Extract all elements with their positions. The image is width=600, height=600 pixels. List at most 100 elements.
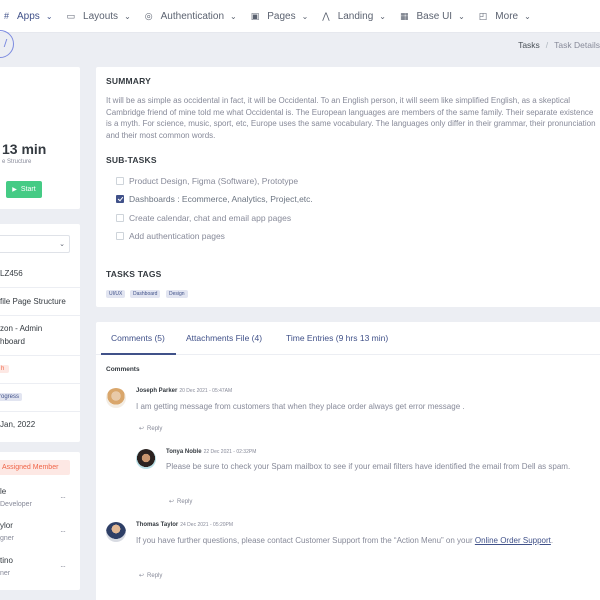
subtask-label: Dashboards : Ecommerce, Analytics, Proje… bbox=[129, 194, 313, 204]
comment-text: I am getting message from customers that… bbox=[136, 402, 465, 411]
comment-text: If you have further questions, please co… bbox=[136, 535, 576, 547]
comment-author: Tonya Noble 22 Dec 2021 - 02:32PM bbox=[166, 449, 256, 455]
due-date: Jan, 2022 bbox=[0, 420, 36, 429]
nav-label: Pages bbox=[267, 10, 296, 22]
subtask-checkbox[interactable] bbox=[116, 214, 124, 222]
tag-badge: Design bbox=[166, 290, 188, 298]
task-no: LZ456 bbox=[0, 269, 23, 278]
member-name: tino bbox=[0, 556, 13, 565]
summary-heading: SUMMARY bbox=[106, 76, 151, 86]
play-icon: ▶ bbox=[12, 187, 17, 193]
member-role: Developer bbox=[0, 501, 32, 508]
account-circle-icon: ◎ bbox=[144, 10, 153, 21]
nav-item-base-ui[interactable]: ▦ Base UI ⌄ bbox=[400, 0, 465, 33]
priority-badge: h bbox=[0, 365, 10, 373]
assigned-member-button[interactable]: Assigned Member bbox=[0, 460, 70, 475]
more-icon[interactable]: ··· bbox=[60, 493, 66, 502]
chevron-down-icon: ⌄ bbox=[379, 11, 386, 21]
grid-icon: # bbox=[4, 11, 10, 21]
nav-label: Apps bbox=[17, 10, 40, 22]
reply-button[interactable]: ↩ Reply bbox=[139, 572, 162, 579]
more-icon[interactable]: ··· bbox=[60, 527, 66, 536]
chevron-down-icon: ⌄ bbox=[59, 241, 65, 248]
more-icon[interactable]: ··· bbox=[60, 562, 66, 571]
breadcrumb-separator: / bbox=[545, 40, 549, 50]
rocket-icon: ⋀ bbox=[322, 10, 330, 21]
comment-text-end: . bbox=[550, 536, 554, 545]
start-button[interactable]: ▶ Start bbox=[6, 181, 42, 198]
reply-button[interactable]: ↩ Reply bbox=[139, 425, 162, 432]
breadcrumb-current: Task Details bbox=[554, 40, 600, 50]
subtask-checkbox[interactable] bbox=[116, 232, 124, 240]
author-name: Tonya Noble bbox=[166, 449, 202, 455]
author-name: Thomas Taylor bbox=[136, 522, 179, 528]
subtasks-heading: SUB-TASKS bbox=[106, 155, 157, 165]
pencil-ruler-icon: ▦ bbox=[399, 10, 409, 21]
reply-label: Reply bbox=[177, 499, 193, 505]
status-badge: rogress bbox=[0, 393, 23, 401]
nav-label: More bbox=[495, 10, 519, 22]
member-name: le bbox=[0, 487, 7, 496]
chevron-down-icon: ⌄ bbox=[301, 11, 309, 21]
nav-item-authentication[interactable]: ◎ Authentication ⌄ bbox=[145, 0, 237, 33]
tab-attachments[interactable]: Attachments File (4) bbox=[186, 333, 262, 343]
reply-icon: ↩ bbox=[139, 573, 145, 579]
member-name: ylor bbox=[0, 521, 13, 530]
comment-text-body: If you have further questions, please co… bbox=[136, 536, 475, 545]
subtask-checkbox-checked[interactable] bbox=[116, 195, 124, 203]
subtask-checkbox[interactable] bbox=[116, 177, 124, 185]
client-name-line2: hboard bbox=[0, 337, 25, 346]
subtask-label: Add authentication pages bbox=[129, 231, 225, 241]
tab-time-entries[interactable]: Time Entries (9 hrs 13 min) bbox=[286, 333, 388, 343]
divider bbox=[0, 355, 80, 356]
author-name: Joseph Parker bbox=[136, 388, 178, 394]
chevron-down-icon: ⌄ bbox=[230, 11, 237, 21]
reply-icon: ↩ bbox=[169, 499, 175, 505]
nav-item-layouts[interactable]: ▭ Layouts ⌄ bbox=[67, 0, 131, 33]
layout-icon: ▭ bbox=[66, 10, 76, 21]
comment-date: 22 Dec 2021 - 02:32PM bbox=[203, 449, 257, 455]
active-tab-indicator bbox=[101, 353, 176, 355]
task-select[interactable]: ⌄ bbox=[0, 235, 70, 253]
timer-value: 13 min bbox=[2, 141, 47, 157]
subtask-label: Product Design, Figma (Software), Protot… bbox=[129, 176, 299, 186]
avatar bbox=[106, 522, 126, 542]
subtask-label: Create calendar, chat and email app page… bbox=[129, 213, 292, 223]
comment-date: 20 Dec 2021 - 05:47AM bbox=[179, 388, 233, 394]
chevron-down-icon: ⌄ bbox=[124, 11, 131, 21]
nav-label: Landing bbox=[337, 10, 374, 22]
comment-author: Joseph Parker 20 Dec 2021 - 05:47AM bbox=[136, 388, 232, 394]
avatar bbox=[106, 388, 126, 408]
member-role: ner bbox=[0, 570, 11, 577]
divider bbox=[0, 411, 80, 412]
chevron-down-icon: ⌄ bbox=[45, 11, 53, 21]
nav-item-pages[interactable]: ▣ Pages ⌄ bbox=[251, 0, 309, 33]
chevron-down-icon: ⌄ bbox=[524, 11, 531, 21]
nav-item-apps[interactable]: # Apps ⌄ bbox=[4, 0, 53, 33]
avatar bbox=[136, 449, 156, 469]
comment-text: Please be sure to check your Spam mailbo… bbox=[166, 462, 571, 471]
member-role: gner bbox=[0, 535, 15, 542]
tag-badge: Dashboard bbox=[130, 290, 161, 298]
nav-label: Base UI bbox=[416, 10, 453, 22]
project-name: file Page Structure bbox=[0, 297, 66, 306]
nav-label: Layouts bbox=[83, 10, 119, 22]
comments-section-label: Comments bbox=[106, 366, 140, 373]
breadcrumb-tasks[interactable]: Tasks bbox=[518, 40, 540, 50]
breadcrumb: Tasks / Task Details bbox=[518, 40, 600, 50]
task-details-card bbox=[0, 224, 80, 442]
nav-item-more[interactable]: ◰ More ⌄ bbox=[479, 0, 531, 33]
online-order-support-link[interactable]: Online Order Support bbox=[475, 536, 551, 545]
nav-label: Authentication bbox=[160, 10, 225, 22]
reply-label: Reply bbox=[147, 573, 163, 579]
tab-comments[interactable]: Comments (5) bbox=[111, 333, 165, 343]
chevron-down-icon: ⌄ bbox=[458, 11, 465, 21]
timer-icon bbox=[0, 30, 14, 58]
divider bbox=[0, 383, 80, 384]
divider bbox=[0, 287, 80, 288]
reply-icon: ↩ bbox=[139, 426, 145, 432]
reply-button[interactable]: ↩ Reply bbox=[169, 498, 192, 505]
reply-label: Reply bbox=[147, 426, 163, 432]
comment-author: Thomas Taylor 24 Dec 2021 - 05:20PM bbox=[136, 522, 233, 528]
nav-item-landing[interactable]: ⋀ Landing ⌄ bbox=[322, 0, 386, 33]
